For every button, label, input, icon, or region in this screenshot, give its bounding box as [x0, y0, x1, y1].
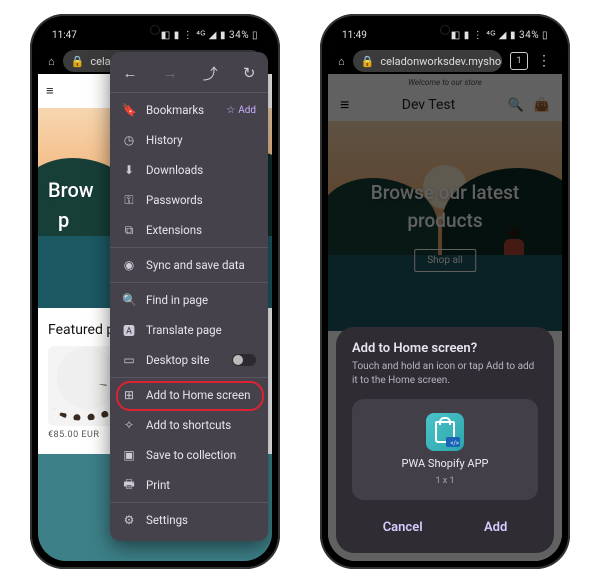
menu-label: Passwords — [146, 193, 256, 207]
screen-left: 11:47 ◧ ▮ ⋮ ⁴ᴳ ◢ ▮ 34% ▯ ⌂ 🔒 celad ≡ Bro… — [38, 22, 272, 561]
menu-passwords[interactable]: ⚿ Passwords — [110, 185, 268, 215]
overflow-menu: ← → ⤴ ↻ 🔖 Bookmarks ☆ Add ◷ History ⬇ Do… — [110, 52, 268, 541]
screen-right: 11:49 ◧ ▮ ⋮ ⁴ᴳ ◢ ▮ 34% ▯ ⌂ 🔒 celadonwork… — [328, 22, 562, 561]
sheet-subtitle: Touch and hold an icon or tap Add to add… — [352, 360, 538, 387]
menu-label: Print — [146, 478, 256, 492]
menu-label: Add to shortcuts — [146, 418, 256, 432]
menu-label: Extensions — [146, 223, 256, 237]
home-icon[interactable]: ⌂ — [338, 55, 345, 68]
menu-label: Desktop site — [146, 353, 222, 367]
bookmark-icon: 🔖 — [122, 103, 136, 117]
app-name: PWA Shopify APP — [402, 457, 489, 470]
shortcuts-icon: ✧ — [122, 418, 136, 432]
lock-icon: 🔒 — [71, 55, 85, 68]
hero-title: Brow — [48, 178, 94, 202]
menu-label: Downloads — [146, 163, 256, 177]
sheet-title: Add to Home screen? — [352, 341, 538, 356]
overflow-icon[interactable]: ⋮ — [536, 53, 552, 69]
menu-separator — [110, 92, 268, 93]
history-icon: ◷ — [122, 133, 136, 147]
camera-cutout — [151, 26, 159, 34]
phone-right: 11:49 ◧ ▮ ⋮ ⁴ᴳ ◢ ▮ 34% ▯ ⌂ 🔒 celadonwork… — [320, 14, 570, 569]
menu-translate[interactable]: 🅰 Translate page — [110, 315, 268, 345]
sync-icon: ◉ — [122, 258, 136, 272]
status-time: 11:49 — [342, 30, 367, 41]
translate-icon: 🅰 — [122, 322, 136, 339]
status-indicators: ◧ ▮ ⋮ ⁴ᴳ ◢ ▮ 34% ▯ — [451, 30, 548, 41]
cancel-button[interactable]: Cancel — [363, 512, 443, 543]
menu-label: Save to collection — [146, 448, 256, 462]
search-icon: 🔍 — [122, 293, 136, 307]
app-icon — [426, 413, 464, 451]
download-icon: ⬇ — [122, 163, 136, 177]
menu-nav-row: ← → ⤴ ↻ — [110, 56, 268, 90]
menu-label: Add to Home screen — [146, 388, 256, 402]
url-text: celadonworksdev.myshopify.c — [380, 55, 502, 68]
app-size: 1 x 1 — [435, 476, 454, 486]
phone-left: 11:47 ◧ ▮ ⋮ ⁴ᴳ ◢ ▮ 34% ▯ ⌂ 🔒 celad ≡ Bro… — [30, 14, 280, 569]
hamburger-icon[interactable]: ≡ — [46, 83, 54, 99]
print-icon: 🖶 — [122, 475, 136, 496]
menu-settings[interactable]: ⚙ Settings — [110, 505, 268, 535]
menu-shortcuts[interactable]: ✧ Add to shortcuts — [110, 410, 268, 440]
menu-bookmarks[interactable]: 🔖 Bookmarks ☆ Add — [110, 95, 268, 125]
menu-label: History — [146, 133, 256, 147]
menu-label: Find in page — [146, 293, 256, 307]
camera-cutout — [441, 26, 449, 34]
add-home-sheet: Add to Home screen? Touch and hold an ic… — [336, 327, 554, 553]
menu-label: Translate page — [146, 323, 256, 337]
status-time: 11:47 — [52, 30, 77, 41]
menu-label: Settings — [146, 513, 256, 527]
status-indicators: ◧ ▮ ⋮ ⁴ᴳ ◢ ▮ 34% ▯ — [161, 30, 258, 41]
menu-label: Sync and save data — [146, 258, 256, 272]
extensions-icon: ⧉ — [122, 223, 136, 238]
menu-separator — [110, 247, 268, 248]
reload-icon[interactable]: ↻ — [243, 64, 256, 82]
browser-toolbar: ⌂ 🔒 celadonworksdev.myshopify.c 1 ⋮ — [328, 46, 562, 76]
menu-separator — [110, 502, 268, 503]
address-bar[interactable]: 🔒 celadonworksdev.myshopify.c — [353, 50, 502, 72]
menu-history[interactable]: ◷ History — [110, 125, 268, 155]
lock-icon: 🔒 — [361, 55, 375, 68]
add-home-icon: ⊞ — [122, 388, 136, 402]
menu-extensions[interactable]: ⧉ Extensions — [110, 215, 268, 245]
tab-count[interactable]: 1 — [510, 52, 528, 70]
home-icon[interactable]: ⌂ — [48, 55, 55, 68]
menu-separator — [110, 282, 268, 283]
app-card[interactable]: PWA Shopify APP 1 x 1 — [352, 399, 538, 500]
add-button[interactable]: Add — [464, 512, 527, 543]
menu-find[interactable]: 🔍 Find in page — [110, 285, 268, 315]
bookmark-add[interactable]: ☆ Add — [226, 105, 256, 116]
back-icon[interactable]: ← — [123, 64, 138, 82]
collection-icon: ▣ — [122, 448, 136, 462]
hero-title: p — [58, 208, 69, 232]
desktop-toggle[interactable] — [232, 354, 256, 366]
menu-collection[interactable]: ▣ Save to collection — [110, 440, 268, 470]
menu-desktop[interactable]: ▭ Desktop site — [110, 345, 268, 375]
shopping-bag-icon — [435, 421, 455, 443]
menu-print[interactable]: 🖶 Print — [110, 470, 268, 500]
desktop-icon: ▭ — [122, 353, 136, 367]
gear-icon: ⚙ — [122, 513, 136, 527]
forward-icon: → — [163, 64, 178, 82]
menu-downloads[interactable]: ⬇ Downloads — [110, 155, 268, 185]
menu-add-home[interactable]: ⊞ Add to Home screen — [110, 380, 268, 410]
share-icon[interactable]: ⤴ — [203, 63, 218, 84]
menu-sync[interactable]: ◉ Sync and save data — [110, 250, 268, 280]
menu-label: Bookmarks — [146, 103, 216, 117]
menu-separator — [110, 377, 268, 378]
sheet-actions: Cancel Add — [352, 512, 538, 543]
key-icon: ⚿ — [122, 193, 136, 208]
